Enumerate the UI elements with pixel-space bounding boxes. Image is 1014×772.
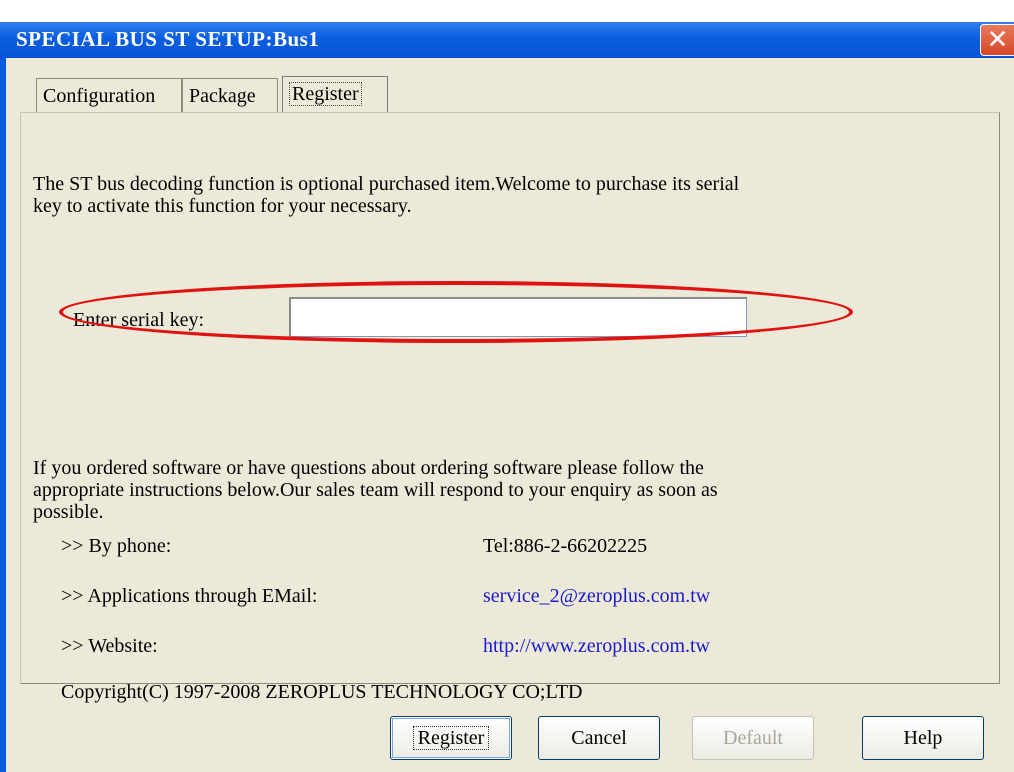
serial-key-label: Enter serial key: [73,309,205,331]
cancel-button[interactable]: Cancel [538,716,660,760]
intro-line-1: The ST bus decoding function is optional… [33,173,740,195]
phone-label: >> By phone: [61,535,172,557]
tab-register[interactable]: Register [282,76,388,112]
close-icon[interactable]: ✕ [980,24,1014,56]
info-line-1: If you ordered software or have question… [33,457,704,479]
serial-key-input[interactable] [289,297,747,337]
tab-label: Package [189,85,256,107]
register-button-label: Register [412,726,490,750]
email-link[interactable]: service_2@zeroplus.com.tw [483,585,710,607]
top-strip [0,0,1014,22]
title-bar[interactable]: SPECIAL BUS ST SETUP:Bus1 ✕ [0,22,1014,58]
website-link[interactable]: http://www.zeroplus.com.tw [483,635,710,657]
help-button[interactable]: Help [862,716,984,760]
window-title: SPECIAL BUS ST SETUP:Bus1 [16,27,320,51]
phone-value: Tel:886-2-66202225 [483,535,648,557]
website-label: >> Website: [61,635,158,657]
info-line-3: possible. [33,501,104,523]
tab-label: Configuration [43,85,156,107]
tab-package[interactable]: Package [182,78,278,112]
register-panel: The ST bus decoding function is optional… [20,112,1000,703]
copyright-text: Copyright(C) 1997-2008 ZEROPLUS TECHNOLO… [61,681,583,703]
dialog-client-area: Configuration Package Register The ST bu… [6,58,1014,772]
email-label: >> Applications through EMail: [61,585,318,607]
info-line-2: appropriate instructions below.Our sales… [33,479,718,501]
intro-line-2: key to activate this function for your n… [33,195,412,217]
default-button[interactable]: Default [692,716,814,760]
help-button-label: Help [903,727,943,749]
cancel-button-label: Cancel [571,727,627,749]
default-button-label: Default [723,727,783,749]
register-button[interactable]: Register [390,716,512,760]
tab-label: Register [289,82,362,106]
tab-configuration[interactable]: Configuration [36,78,182,112]
